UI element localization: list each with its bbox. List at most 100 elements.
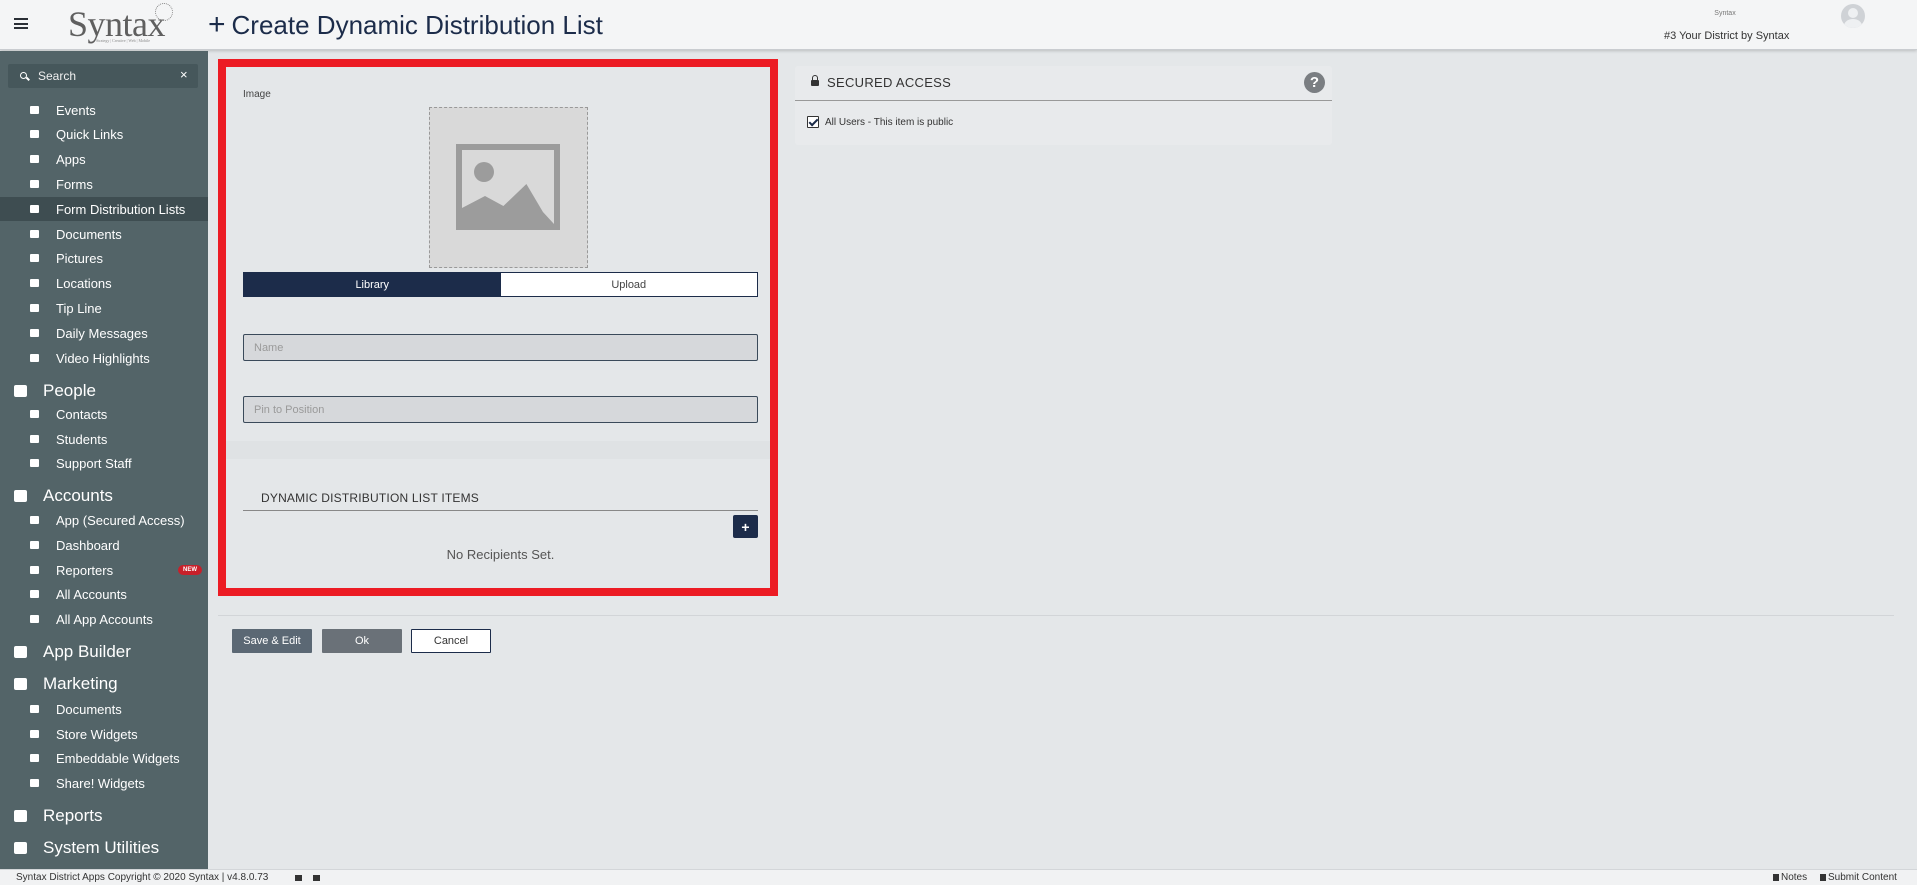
sidebar: × Events Quick Links Apps Forms Form Dis… (0, 51, 208, 869)
image-source-toggle: Library Upload (243, 272, 758, 297)
users-icon (30, 410, 39, 418)
notes-link-label: Notes (1781, 872, 1808, 883)
sidebar-item-app-secured-access[interactable]: App (Secured Access) (0, 508, 208, 532)
copy-icon (30, 754, 39, 762)
sidebar-search: × (8, 64, 198, 88)
sidebar-section-label: Marketing (43, 674, 118, 693)
video-icon (30, 354, 39, 362)
lock-icon[interactable] (295, 875, 302, 881)
sidebar-item-label: Dashboard (56, 537, 120, 553)
sidebar-item-contacts[interactable]: Contacts (0, 402, 208, 426)
users-icon (30, 590, 39, 598)
briefcase-icon (14, 678, 27, 690)
copy-icon (30, 779, 39, 787)
menu-icon[interactable] (14, 18, 28, 29)
users-icon (30, 566, 39, 574)
upload-button[interactable]: Upload (500, 273, 757, 296)
sidebar-section-app-builder[interactable]: App Builder (0, 638, 208, 666)
sidebar-item-label: App (Secured Access) (56, 512, 185, 528)
users-icon (30, 615, 39, 623)
search-input[interactable] (38, 67, 178, 85)
sidebar-section-accounts[interactable]: Accounts (0, 482, 208, 510)
sidebar-section-label: System Utilities (43, 838, 160, 857)
sidebar-section-reports[interactable]: Reports (0, 802, 208, 830)
cancel-button[interactable]: Cancel (411, 629, 491, 653)
sidebar-section-people[interactable]: People (0, 377, 208, 405)
district-selector[interactable]: #3 Your District by Syntax (1664, 30, 1789, 42)
sidebar-item-label: Daily Messages (56, 325, 148, 341)
sidebar-item-all-accounts[interactable]: All Accounts (0, 582, 208, 606)
lifebuoy-icon (30, 459, 39, 467)
chat-icon (30, 304, 39, 312)
link-icon (30, 130, 39, 138)
sidebar-item-locations[interactable]: Locations (0, 271, 208, 295)
logo-tagline: Strategy | Creative | Web | Mobile (96, 38, 150, 43)
no-recipients-text: No Recipients Set. (446, 547, 555, 562)
all-users-checkbox[interactable] (807, 116, 819, 128)
sidebar-item-all-app-accounts[interactable]: All App Accounts (0, 607, 208, 631)
sidebar-item-tip-line[interactable]: Tip Line (0, 296, 208, 320)
user-name[interactable]: Syntax (1700, 10, 1750, 17)
save-edit-button[interactable]: Save & Edit (232, 629, 312, 653)
close-icon[interactable]: × (180, 67, 188, 82)
sidebar-item-embeddable-widgets[interactable]: Embeddable Widgets (0, 746, 208, 770)
notes-link[interactable]: Notes (1773, 872, 1807, 883)
library-button[interactable]: Library (244, 273, 501, 296)
sidebar-item-marketing-documents[interactable]: Documents (0, 697, 208, 721)
plus-icon: + (208, 8, 226, 41)
section-divider (226, 441, 770, 459)
pin-to-position-input[interactable] (243, 396, 758, 423)
heading-rule (243, 510, 758, 511)
add-recipient-button[interactable]: + (733, 515, 758, 538)
help-icon[interactable]: ? (1304, 72, 1325, 93)
wrench-icon (14, 842, 27, 854)
sidebar-item-apps[interactable]: Apps (0, 147, 208, 171)
sidebar-item-forms[interactable]: Forms (0, 172, 208, 196)
picture-icon (30, 254, 39, 262)
distribution-list-form: Image Library Upload DYNAMIC DISTRIBUTIO… (218, 59, 778, 596)
sidebar-item-form-distribution-lists[interactable]: Form Distribution Lists (0, 197, 208, 221)
sidebar-item-dashboard[interactable]: Dashboard (0, 533, 208, 557)
calendar-icon (30, 106, 39, 114)
sidebar-item-label: Contacts (56, 406, 108, 422)
video-icon[interactable] (313, 875, 320, 881)
sidebar-item-events[interactable]: Events (0, 98, 208, 122)
sidebar-item-label: Events (56, 102, 96, 118)
sidebar-item-label: Forms (56, 176, 93, 192)
sidebar-item-label: Form Distribution Lists (56, 201, 186, 217)
sidebar-item-label: Locations (56, 275, 112, 291)
sidebar-item-reporters[interactable]: Reporters NEW (0, 558, 208, 582)
sidebar-item-quick-links[interactable]: Quick Links (0, 122, 208, 146)
new-badge: NEW (178, 565, 202, 575)
all-users-label[interactable]: All Users - This item is public (825, 117, 953, 128)
sidebar-item-label: All Accounts (56, 586, 127, 602)
user-icon (14, 385, 27, 397)
sidebar-item-pictures[interactable]: Pictures (0, 246, 208, 270)
document-icon (30, 230, 39, 238)
sidebar-section-marketing[interactable]: Marketing (0, 670, 208, 698)
image-placeholder-icon (456, 144, 560, 230)
name-input[interactable] (243, 334, 758, 361)
sidebar-item-store-widgets[interactable]: Store Widgets (0, 722, 208, 746)
sidebar-section-system-utilities[interactable]: System Utilities (0, 834, 208, 862)
submit-content-link[interactable]: Submit Content (1820, 872, 1897, 883)
pin-icon (30, 279, 39, 287)
sidebar-item-documents[interactable]: Documents (0, 222, 208, 246)
cloud-upload-icon (1820, 874, 1826, 881)
submit-content-label: Submit Content (1828, 872, 1897, 883)
sidebar-item-video-highlights[interactable]: Video Highlights (0, 346, 208, 370)
sidebar-item-students[interactable]: Students (0, 427, 208, 451)
sidebar-item-daily-messages[interactable]: Daily Messages (0, 321, 208, 345)
ok-button[interactable]: Ok (322, 629, 402, 653)
secured-access-panel: SECURED ACCESS ? All Users - This item i… (795, 66, 1332, 145)
image-dropzone[interactable] (429, 107, 588, 268)
chart-line-icon (14, 810, 27, 822)
secured-access-title: SECURED ACCESS (827, 75, 952, 90)
sidebar-section-label: People (43, 381, 96, 400)
sidebar-item-support-staff[interactable]: Support Staff (0, 451, 208, 475)
store-icon (30, 730, 39, 738)
sidebar-item-label: Video Highlights (56, 350, 150, 366)
distribution-list-heading: DYNAMIC DISTRIBUTION LIST ITEMS (261, 491, 479, 505)
avatar[interactable] (1841, 4, 1865, 28)
sidebar-item-share-widgets[interactable]: Share! Widgets (0, 771, 208, 795)
